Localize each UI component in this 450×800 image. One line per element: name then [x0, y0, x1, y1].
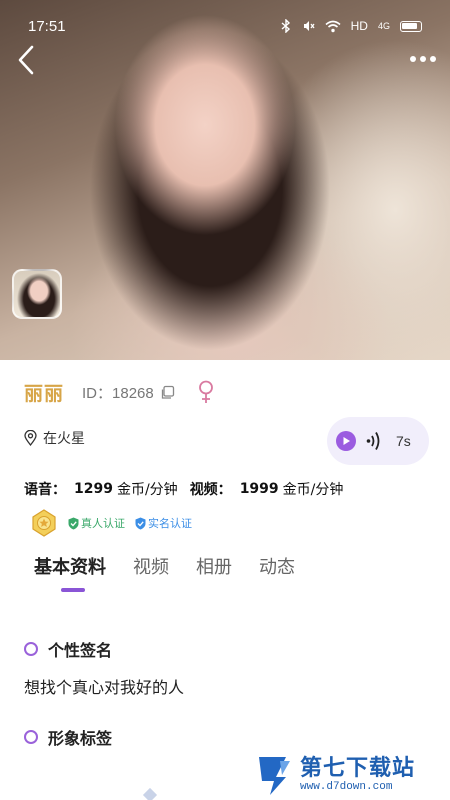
voice-price-unit: 金币/分钟 — [116, 482, 178, 498]
profile-name-row: 丽丽 ID：18268 — [24, 376, 424, 408]
more-options-button[interactable] — [404, 46, 442, 72]
tags-title: 形象标签 — [48, 729, 113, 748]
section-ring-icon — [24, 642, 38, 656]
back-button[interactable] — [12, 42, 40, 78]
real-person-label: 真人认证 — [81, 517, 125, 530]
copy-id-button[interactable] — [160, 385, 175, 400]
verified-shield-icon — [68, 517, 79, 529]
location-pin-icon — [24, 430, 37, 446]
user-id: ID：18268 — [82, 384, 154, 402]
photo-thumbnail[interactable] — [12, 269, 62, 319]
video-price-unit: 金币/分钟 — [282, 482, 344, 498]
watermark-logo — [259, 757, 290, 795]
voice-duration: 7s — [396, 433, 411, 449]
mute-icon — [303, 21, 315, 31]
profile-tabs: 基本资料 视频 相册 动态 — [34, 553, 322, 579]
video-price-label: 视频： — [189, 482, 232, 498]
watermark-name: 第七下载站 — [300, 756, 416, 781]
real-person-badge: 真人认证 — [68, 515, 125, 531]
female-icon — [197, 380, 215, 404]
section-ring-icon — [24, 730, 38, 744]
location: 在火星 — [24, 428, 85, 448]
active-tab-indicator — [61, 588, 85, 592]
copy-icon — [161, 385, 174, 399]
network-label: HD — [350, 19, 368, 33]
signature-section-title: 个性签名 — [24, 637, 112, 661]
status-icons: HD 4G — [281, 19, 422, 33]
more-dot — [420, 56, 426, 62]
battery-icon — [400, 20, 422, 32]
chevron-left-icon — [18, 45, 34, 75]
tab-album[interactable]: 相册 — [196, 553, 232, 579]
voice-price-label: 语音： — [24, 482, 66, 498]
tab-videos[interactable]: 视频 — [133, 553, 169, 579]
voice-price: 1299 — [74, 481, 113, 497]
wifi-icon — [325, 20, 341, 32]
bluetooth-icon — [281, 19, 290, 33]
verification-badges: 真人认证 实名认证 — [30, 509, 192, 537]
status-time: 17:51 — [28, 17, 66, 35]
play-icon — [336, 431, 356, 451]
watermark-url: www.d7down.com — [300, 781, 393, 793]
nickname: 丽丽 — [24, 382, 65, 405]
verified-check-icon — [135, 517, 146, 529]
sound-wave-icon — [366, 430, 382, 452]
voice-intro-player[interactable]: 7s — [327, 417, 429, 465]
status-bar: 17:51 HD 4G — [0, 0, 450, 52]
level-medal-icon — [32, 509, 56, 537]
tab-moments[interactable]: 动态 — [259, 553, 295, 579]
signature-title: 个性签名 — [48, 641, 113, 660]
tab-basic-info[interactable]: 基本资料 — [34, 553, 106, 579]
site-watermark: 第七下载站 www.d7down.com — [256, 750, 446, 800]
real-name-label: 实名认证 — [148, 517, 192, 530]
call-pricing: 语音： 1299 金币/分钟 视频： 1999 金币/分钟 — [24, 479, 343, 499]
scroll-marker — [142, 787, 158, 800]
tags-section-title: 形象标签 — [24, 725, 112, 749]
real-name-badge: 实名认证 — [135, 515, 192, 531]
profile-photo[interactable]: 17:51 HD 4G — [0, 0, 450, 360]
location-text: 在火星 — [43, 431, 85, 447]
more-horizontal-icon — [410, 56, 416, 62]
video-price: 1999 — [239, 481, 279, 497]
more-dot — [430, 56, 436, 62]
signal-label: 4G — [377, 21, 390, 31]
signature-text: 想找个真心对我好的人 — [24, 678, 185, 697]
